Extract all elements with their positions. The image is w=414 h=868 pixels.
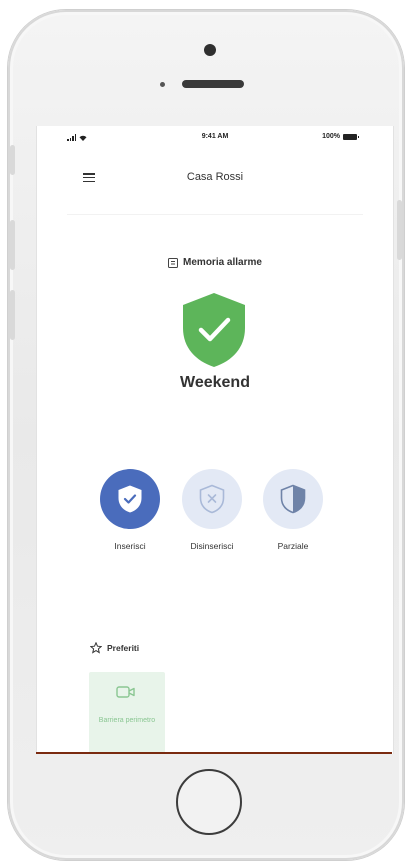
- camera-icon: [116, 686, 135, 698]
- favorite-item[interactable]: Barriera perimetro: [89, 672, 165, 754]
- system-mode-label: Weekend: [180, 374, 250, 391]
- disarm-label: Disinserisci: [190, 541, 234, 551]
- volume-up-button: [10, 220, 15, 270]
- proximity-sensor: [160, 82, 165, 87]
- screen-edge: [36, 752, 392, 754]
- document-icon: [168, 257, 179, 268]
- mute-switch: [10, 145, 15, 175]
- shield-x-icon: [199, 484, 225, 514]
- disarm-button[interactable]: Disinserisci: [172, 469, 252, 551]
- app-bar: Casa Rossi: [67, 156, 363, 215]
- favorites-header: Preferiti: [90, 642, 139, 654]
- device-frame: 9:41 AM 100% Casa Rossi Memoria allarme …: [0, 0, 414, 868]
- star-outline-icon: [90, 642, 102, 654]
- shield-check-icon: [118, 485, 142, 513]
- partial-button[interactable]: Parziale: [253, 469, 333, 551]
- battery-percent: 100%: [322, 133, 340, 140]
- battery-icon: [343, 133, 359, 140]
- arm-label: Inserisci: [114, 541, 146, 551]
- shield-check-icon: [183, 293, 245, 367]
- earpiece-speaker: [182, 80, 244, 88]
- battery-status: 100%: [322, 133, 359, 140]
- volume-down-button: [10, 290, 15, 340]
- partial-button-circle: [263, 469, 323, 529]
- alarm-memory-link[interactable]: Memoria allarme: [37, 257, 393, 268]
- front-camera: [204, 44, 216, 56]
- app-screen: 9:41 AM 100% Casa Rossi Memoria allarme …: [36, 126, 394, 754]
- favorites-title: Preferiti: [107, 643, 140, 653]
- arm-button[interactable]: Inserisci: [90, 469, 170, 551]
- partial-label: Parziale: [277, 541, 309, 551]
- favorite-item-label: Barriera perimetro: [98, 717, 156, 724]
- half-shield-icon: [280, 484, 306, 514]
- arm-button-circle: [100, 469, 160, 529]
- home-button[interactable]: [176, 769, 242, 835]
- disarm-button-circle: [182, 469, 242, 529]
- alarm-memory-label: Memoria allarme: [183, 257, 262, 268]
- power-button: [397, 200, 402, 260]
- status-bar: 9:41 AM 100%: [37, 126, 393, 146]
- page-title: Casa Rossi: [186, 171, 244, 183]
